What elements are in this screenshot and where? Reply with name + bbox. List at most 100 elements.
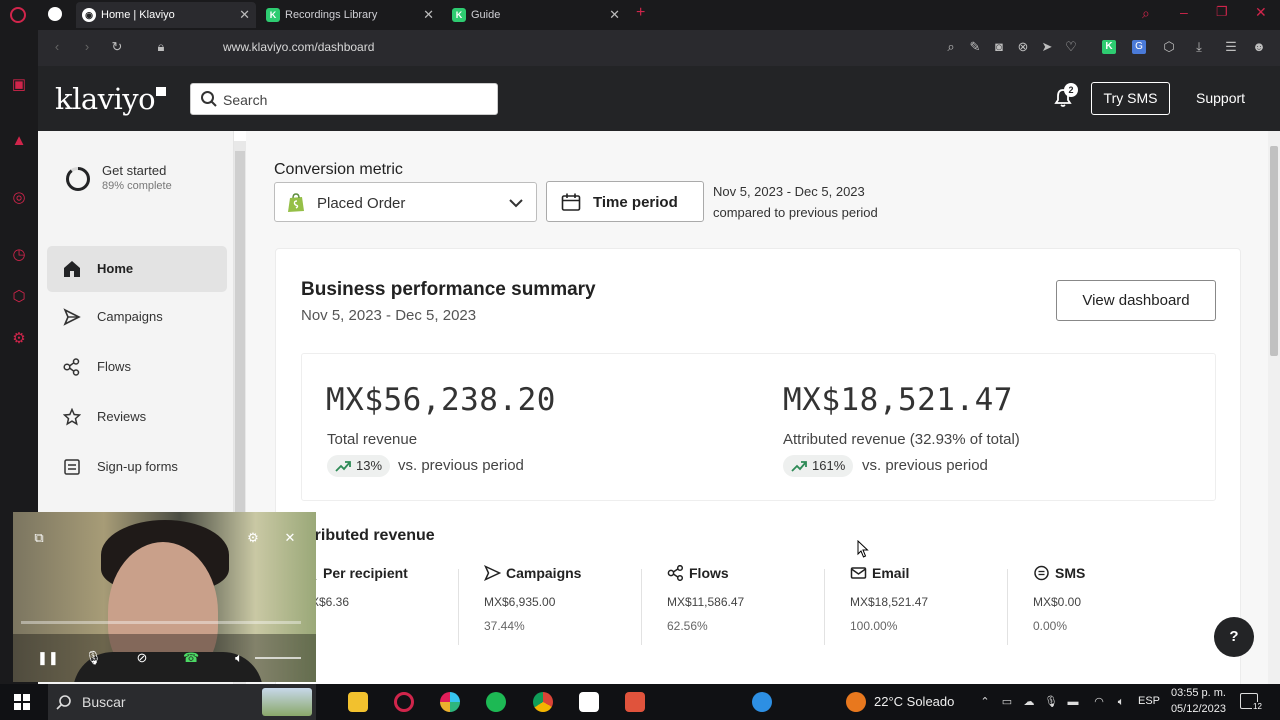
- camera-off-icon[interactable]: ⊘: [134, 650, 150, 666]
- tray-battery-icon[interactable]: ▬: [1066, 695, 1080, 709]
- aria-icon[interactable]: ▲: [10, 132, 28, 150]
- new-tab-button[interactable]: +: [636, 4, 645, 22]
- menu-icon[interactable]: ☰: [1224, 40, 1238, 54]
- tab-home-klaviyo[interactable]: ◉ Home | Klaviyo ✕: [76, 2, 256, 28]
- selected-metric: Placed Order: [317, 195, 406, 212]
- close-tab-icon[interactable]: ✕: [239, 7, 250, 23]
- search-page-icon[interactable]: ⌕: [944, 40, 958, 54]
- chrome-icon[interactable]: [533, 692, 553, 712]
- weather-text[interactable]: 22°C Soleado: [874, 694, 954, 709]
- edit-icon[interactable]: ✎: [968, 40, 982, 54]
- extensions-icon[interactable]: ⬡: [10, 288, 28, 306]
- klaviyo-logo[interactable]: klaviyo: [55, 82, 167, 116]
- conversion-metric-label: Conversion metric: [274, 161, 403, 178]
- spotify-icon[interactable]: [486, 692, 506, 712]
- support-link[interactable]: Support: [1196, 90, 1245, 106]
- wifi-icon[interactable]: ◠: [1092, 695, 1106, 709]
- tray-cloud-icon[interactable]: ☁: [1022, 695, 1036, 709]
- settings-icon[interactable]: ⚙: [10, 330, 28, 348]
- pause-icon[interactable]: ❚❚: [37, 650, 59, 666]
- settings-icon[interactable]: ⚙: [245, 530, 261, 546]
- chevron-up-icon[interactable]: ⌃: [978, 695, 992, 709]
- tab-guide[interactable]: K Guide ✕: [446, 2, 626, 28]
- clock-date[interactable]: 05/12/2023: [1170, 703, 1226, 715]
- instagram-icon[interactable]: ◎: [10, 189, 28, 207]
- attr-col-pct: 0.00%: [1033, 619, 1068, 633]
- translate-extension-icon[interactable]: G: [1132, 40, 1146, 54]
- opera-taskbar-icon[interactable]: [394, 692, 414, 712]
- reload-icon[interactable]: ↻: [110, 40, 124, 54]
- klaviyo-extension-icon[interactable]: K: [1102, 40, 1116, 54]
- cube-icon[interactable]: ⬡: [1162, 40, 1176, 54]
- slack-icon[interactable]: [440, 692, 460, 712]
- language-indicator[interactable]: ESP: [1138, 695, 1160, 707]
- try-sms-button[interactable]: Try SMS: [1091, 82, 1170, 115]
- attr-col-per-recipient: Per recipient MX$6.36: [301, 565, 471, 645]
- windows-start-icon[interactable]: [14, 694, 30, 710]
- minimize-icon[interactable]: –: [1180, 4, 1188, 20]
- conversion-metric-select[interactable]: Placed Order: [274, 182, 537, 222]
- notion-icon[interactable]: [579, 692, 599, 712]
- microphone-icon[interactable]: 🎙︎: [85, 650, 102, 666]
- tray-mic-icon[interactable]: 🎙︎: [1044, 695, 1058, 709]
- close-tab-icon[interactable]: ✕: [423, 7, 434, 23]
- forward-icon[interactable]: ›: [80, 40, 94, 54]
- sidebar-item-signup-forms[interactable]: Sign-up forms: [47, 444, 227, 490]
- attr-col-label: Per recipient: [323, 565, 408, 581]
- attr-col-head: Campaigns: [484, 565, 581, 581]
- sidebar-item-label: Sign-up forms: [97, 459, 178, 474]
- volume-slider[interactable]: [255, 657, 301, 659]
- speaker-icon[interactable]: 🔈︎: [1114, 695, 1128, 709]
- phone-icon[interactable]: ☎: [183, 650, 199, 666]
- volume-icon[interactable]: 🔈︎: [231, 650, 247, 666]
- send-icon[interactable]: ➤: [1040, 40, 1054, 54]
- taskbar-search[interactable]: Buscar: [48, 684, 316, 720]
- business-performance-card: Business performance summary Nov 5, 2023…: [275, 248, 1241, 688]
- attr-col-head: Flows: [667, 565, 729, 581]
- block-icon[interactable]: ⊗: [1016, 40, 1030, 54]
- comparison-text: compared to previous period: [713, 205, 878, 220]
- profile-icon[interactable]: ☻: [1252, 40, 1266, 54]
- main-scrollbar[interactable]: [1268, 131, 1280, 684]
- tab-recordings-library[interactable]: K Recordings Library ✕: [260, 2, 440, 28]
- clock-time[interactable]: 03:55 p. m.: [1170, 687, 1226, 699]
- get-started-title[interactable]: Get started: [102, 163, 166, 178]
- camera-icon[interactable]: ◙: [992, 40, 1006, 54]
- webcam-recording-overlay[interactable]: ⧉ ⚙ ✕ ❚❚ 🎙︎ ⊘ ☎ 🔈︎: [13, 512, 316, 682]
- heart-icon[interactable]: ♡: [1064, 40, 1078, 54]
- close-icon[interactable]: ✕: [282, 530, 298, 546]
- maximize-icon[interactable]: ❐: [1216, 4, 1228, 20]
- form-icon: [64, 459, 80, 475]
- opera-logo-icon[interactable]: [10, 7, 26, 23]
- back-icon[interactable]: ‹: [50, 40, 64, 54]
- tray-app-icon[interactable]: ▭: [1000, 695, 1014, 709]
- sidebar-item-flows[interactable]: Flows: [47, 344, 227, 390]
- recorder-app-icon[interactable]: [625, 692, 645, 712]
- sidebar-item-campaigns[interactable]: Campaigns: [47, 294, 227, 340]
- download-icon[interactable]: ⤓: [1192, 40, 1206, 54]
- total-revenue-change-badge: 13%: [327, 455, 391, 477]
- attr-col-label: Campaigns: [506, 565, 582, 581]
- help-app-icon[interactable]: [752, 692, 772, 712]
- weather-sun-icon: [846, 692, 866, 712]
- sidebar-item-reviews[interactable]: Reviews: [47, 394, 227, 440]
- dashboard-main: Conversion metric Placed Order Time peri…: [246, 131, 1268, 688]
- view-dashboard-button[interactable]: View dashboard: [1056, 280, 1216, 321]
- speed-dial-icon[interactable]: ▣: [10, 76, 28, 94]
- scrollbar-thumb[interactable]: [1270, 146, 1278, 356]
- time-period-button[interactable]: Time period: [546, 181, 704, 222]
- castle-illustration-icon: [262, 688, 312, 716]
- close-tab-icon[interactable]: ✕: [609, 7, 620, 23]
- file-explorer-icon[interactable]: [348, 692, 368, 712]
- close-window-icon[interactable]: ✕: [1255, 4, 1267, 21]
- attr-col-head: Email: [850, 565, 909, 581]
- url-field[interactable]: www.klaviyo.com/dashboard: [223, 40, 374, 54]
- popout-icon[interactable]: ⧉: [31, 530, 47, 546]
- tab-search-icon[interactable]: ⌕: [1142, 5, 1150, 22]
- help-button[interactable]: ?: [1214, 617, 1254, 657]
- sidebar-item-home[interactable]: Home: [47, 246, 227, 292]
- scrollbar-thumb[interactable]: [235, 151, 245, 521]
- history-icon[interactable]: ◷: [10, 246, 28, 264]
- vpn-icon[interactable]: [48, 7, 62, 21]
- search-input[interactable]: Search: [190, 83, 498, 115]
